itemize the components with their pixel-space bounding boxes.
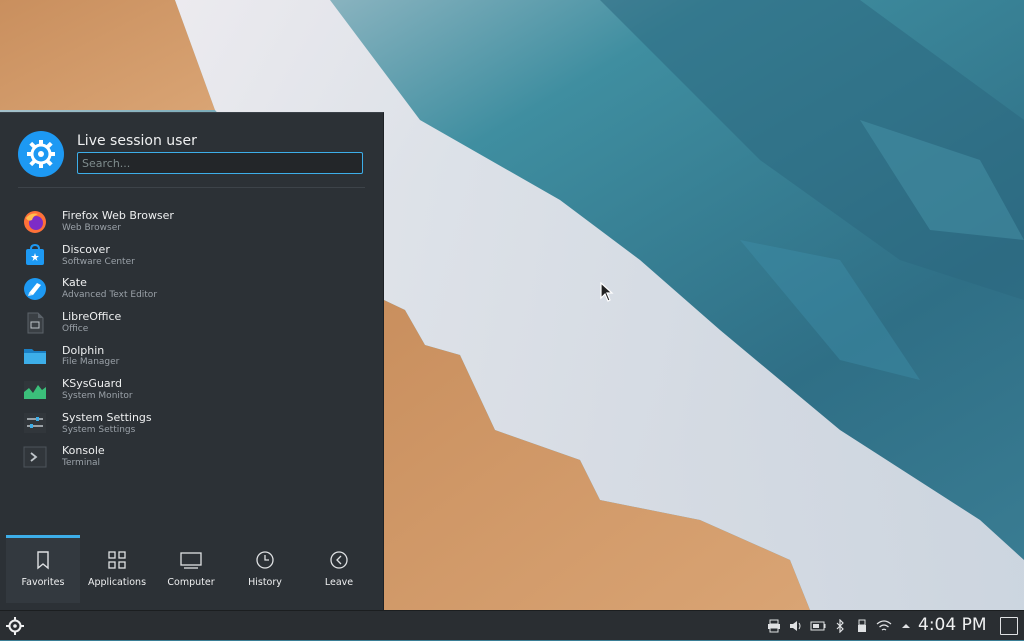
firefox-icon <box>22 209 48 235</box>
app-name: LibreOffice <box>62 310 122 324</box>
tab-label: History <box>248 577 282 588</box>
app-item-firefox[interactable]: Firefox Web Browser Web Browser <box>18 205 368 239</box>
printer-icon[interactable] <box>766 618 782 634</box>
app-description: Office <box>62 323 89 334</box>
favorites-list: Firefox Web Browser Web Browser Discover S… <box>18 205 368 474</box>
expand-tray-icon[interactable] <box>898 618 914 634</box>
launcher-tabs: Favorites Applications Computer History … <box>6 535 376 603</box>
leave-icon <box>330 551 348 569</box>
app-item-dolphin[interactable]: Dolphin File Manager <box>18 339 368 373</box>
volume-icon[interactable] <box>788 618 804 634</box>
user-name: Live session user <box>77 133 197 149</box>
tab-leave[interactable]: Leave <box>302 535 376 603</box>
user-avatar-icon[interactable] <box>18 131 64 177</box>
grid-icon <box>108 551 126 569</box>
folder-icon <box>22 343 48 369</box>
kate-icon <box>22 276 48 302</box>
bookmark-icon <box>37 551 49 570</box>
app-description: Software Center <box>62 256 135 267</box>
taskbar-panel: 4:04 PM <box>0 610 1024 640</box>
app-item-system-settings[interactable]: System Settings System Settings <box>18 407 368 441</box>
app-item-konsole[interactable]: Konsole Terminal <box>18 440 368 474</box>
clock-icon <box>256 551 274 569</box>
app-item-kate[interactable]: Kate Advanced Text Editor <box>18 272 368 306</box>
system-monitor-icon <box>22 377 48 403</box>
system-tray <box>766 611 914 641</box>
divider <box>18 187 365 188</box>
app-description: Terminal <box>62 458 101 469</box>
mouse-cursor-icon <box>600 282 614 302</box>
bluetooth-icon[interactable] <box>832 618 848 634</box>
tab-label: Computer <box>167 577 215 588</box>
kde-logo-icon <box>6 617 24 635</box>
app-description: System Settings <box>62 424 136 435</box>
app-name: Konsole <box>62 444 105 458</box>
app-name: KSysGuard <box>62 377 122 391</box>
launcher-header: Live session user <box>18 131 368 191</box>
show-desktop-button[interactable] <box>1000 617 1018 635</box>
application-launcher: Live session user Firefox Web BrowserWeb… <box>0 112 384 610</box>
battery-icon[interactable] <box>810 618 826 634</box>
settings-icon <box>22 410 48 436</box>
clock[interactable]: 4:04 PM <box>918 615 987 635</box>
app-launcher-button[interactable] <box>4 615 26 637</box>
usb-icon[interactable] <box>854 618 870 634</box>
tab-label: Applications <box>87 577 147 588</box>
app-name: Firefox Web Browser <box>62 209 174 223</box>
search-input[interactable] <box>77 152 363 174</box>
tab-favorites[interactable]: Favorites <box>6 535 80 603</box>
app-description: File Manager <box>62 357 120 368</box>
wifi-icon[interactable] <box>876 618 892 634</box>
discover-icon <box>22 242 48 268</box>
app-name: Kate <box>62 276 87 290</box>
app-name: System Settings <box>62 410 152 424</box>
app-description: Advanced Text Editor <box>62 290 158 301</box>
tab-label: Leave <box>324 577 354 588</box>
libreoffice-icon <box>22 310 48 336</box>
tab-label: Favorites <box>21 577 65 588</box>
app-item-libreoffice[interactable]: LibreOffice Office <box>18 306 368 340</box>
monitor-icon <box>180 552 202 569</box>
tab-applications[interactable]: Applications <box>80 535 154 603</box>
app-name: Discover <box>62 242 110 256</box>
app-name: Dolphin <box>62 343 105 357</box>
app-item-ksysguard[interactable]: KSysGuard System Monitor <box>18 373 368 407</box>
app-description: System Monitor <box>62 390 133 401</box>
terminal-icon <box>22 444 48 470</box>
app-description: Web Browser <box>62 222 121 233</box>
tab-history[interactable]: History <box>228 535 302 603</box>
app-item-discover[interactable]: Discover Software Center <box>18 239 368 273</box>
tab-computer[interactable]: Computer <box>154 535 228 603</box>
